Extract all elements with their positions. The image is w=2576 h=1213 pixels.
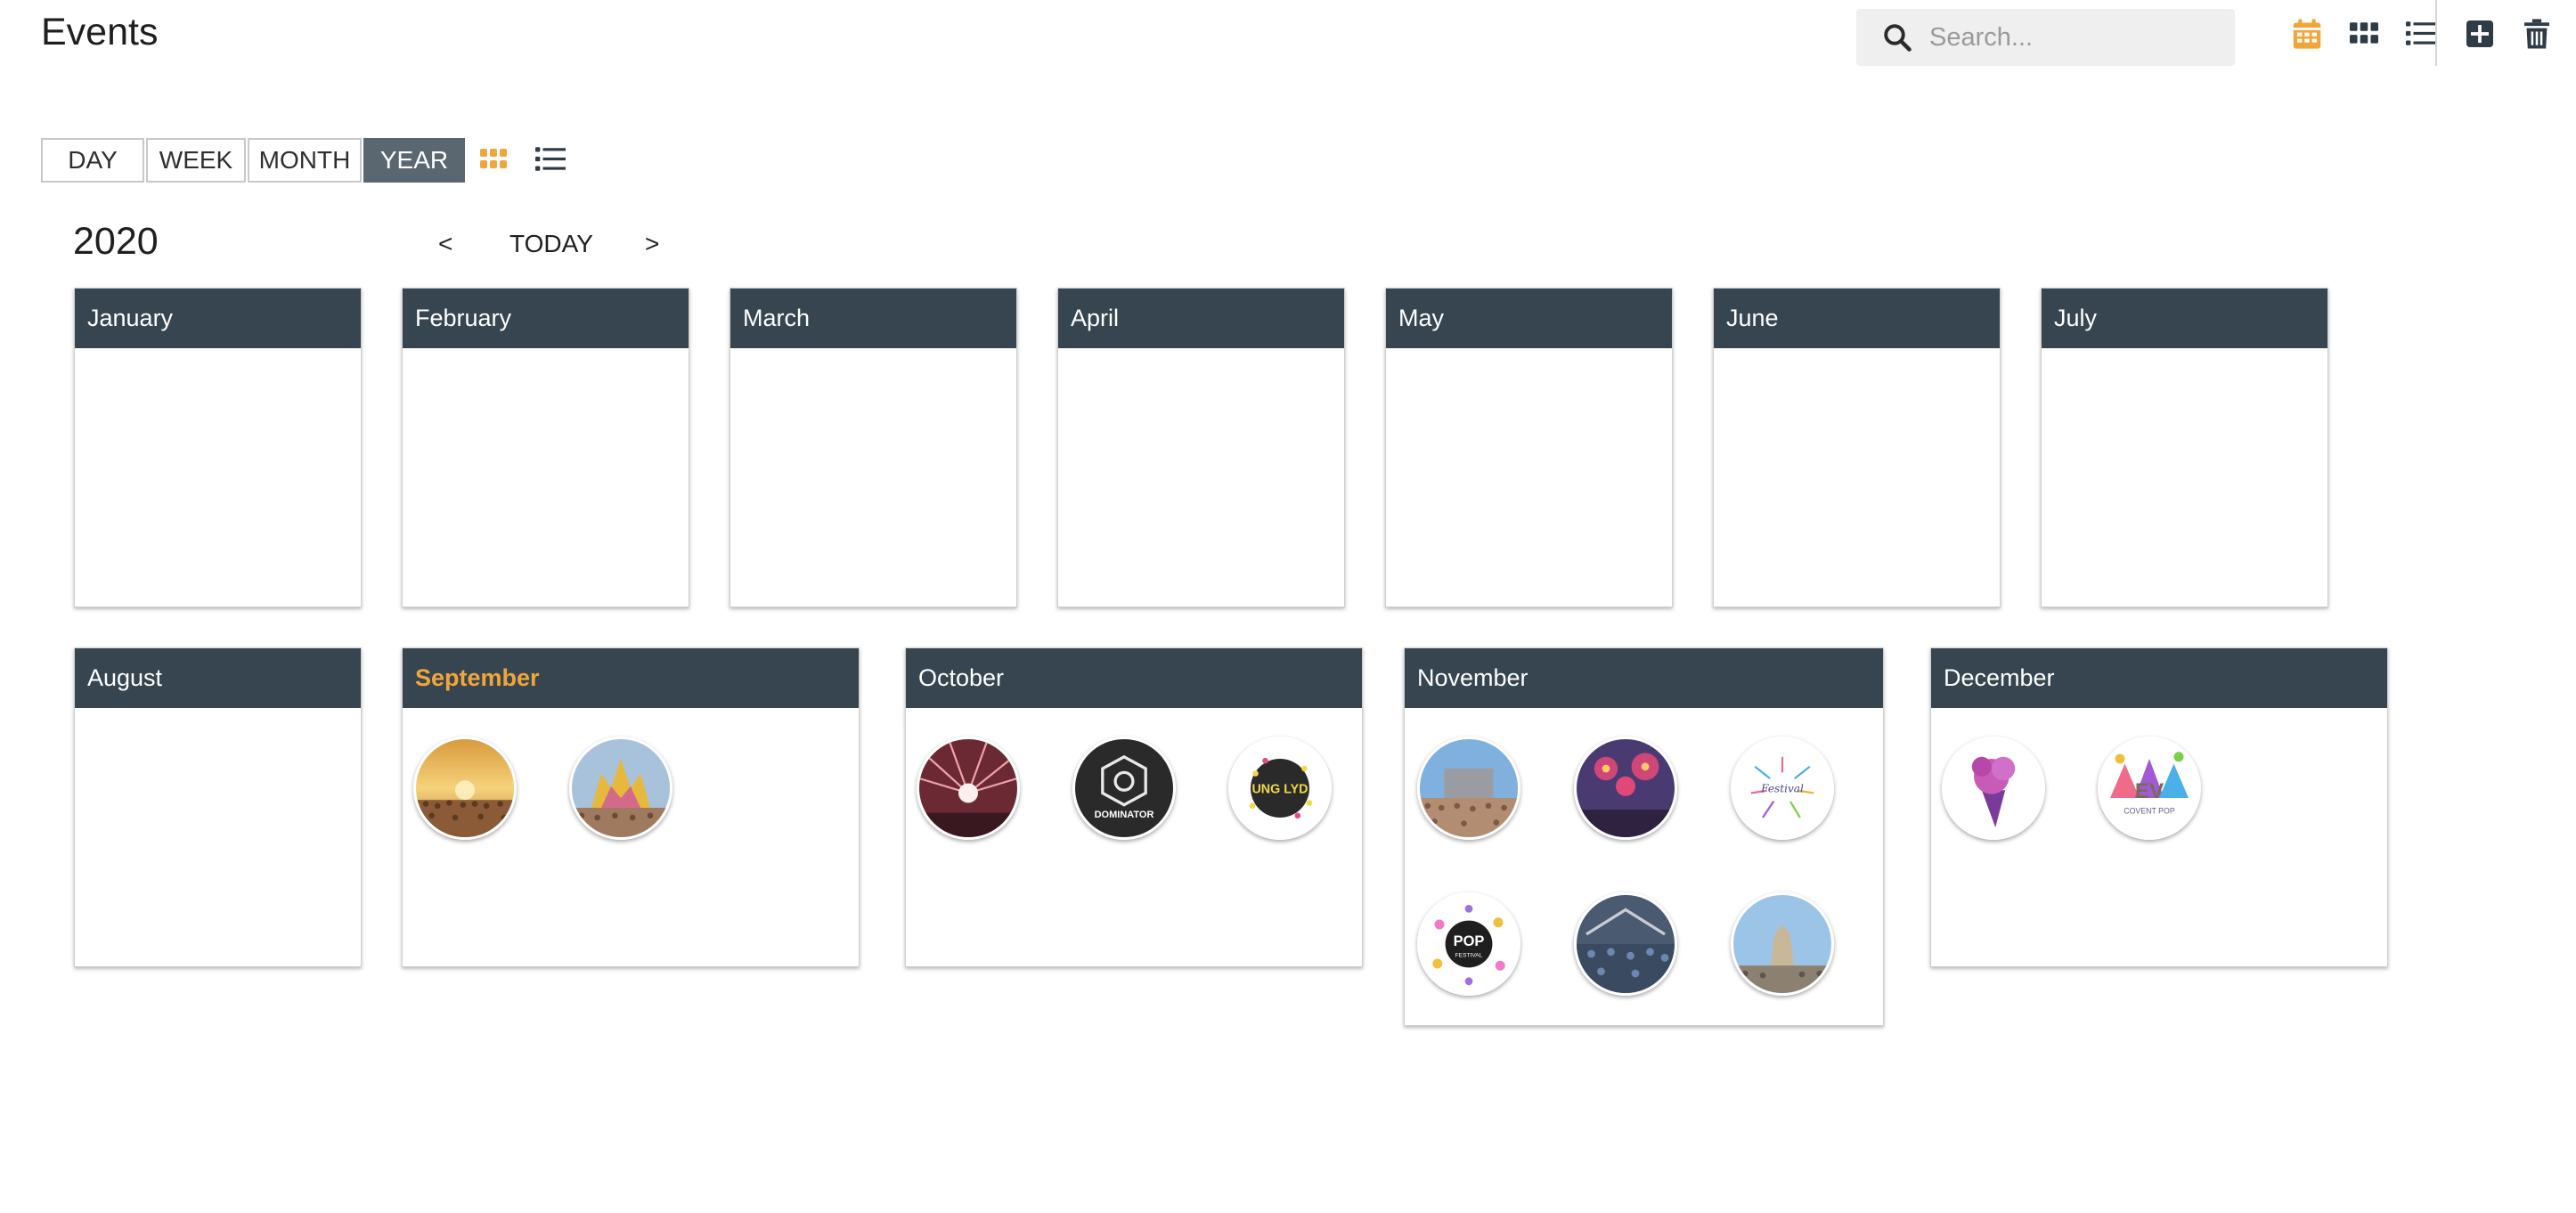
- month-view-button[interactable]: MONTH: [248, 138, 362, 183]
- month-header: January: [75, 289, 361, 348]
- month-header: April: [1058, 289, 1344, 348]
- event-thumbnail[interactable]: [1731, 892, 1834, 996]
- event-thumbnail[interactable]: [1942, 737, 2045, 840]
- view-switch: DAY WEEK MONTH YEAR: [41, 138, 467, 183]
- search-input[interactable]: [1929, 11, 2214, 64]
- year-label: 2020: [73, 220, 159, 263]
- month-header: December: [1931, 648, 2387, 708]
- event-thumbnail[interactable]: UNG LYD: [1228, 737, 1332, 840]
- dominator-logo-text: DOMINATOR: [1095, 810, 1154, 820]
- trash-icon[interactable]: [2512, 11, 2562, 57]
- day-view-button[interactable]: DAY: [41, 138, 144, 183]
- month-card-july: July: [2041, 288, 2328, 607]
- pop-logo-subtext: FESTIVAL: [1455, 952, 1483, 958]
- grid-view-icon[interactable]: [2339, 11, 2389, 57]
- add-icon[interactable]: [2455, 11, 2505, 57]
- next-year-button[interactable]: >: [645, 230, 659, 258]
- month-card-september: September: [402, 647, 860, 967]
- grid-layout-icon[interactable]: [472, 138, 515, 181]
- festival-logo-text: Festival: [1760, 782, 1804, 794]
- week-view-button[interactable]: WEEK: [146, 138, 246, 183]
- today-button[interactable]: TODAY: [509, 230, 593, 258]
- month-header: June: [1714, 289, 2000, 348]
- month-header: September: [403, 648, 859, 708]
- event-thumbnail[interactable]: [1574, 737, 1677, 840]
- list-layout-icon[interactable]: [529, 138, 572, 181]
- month-header: July: [2042, 289, 2327, 348]
- month-card-february: February: [402, 288, 689, 607]
- month-card-december: December EV COVENT POP: [1930, 647, 2388, 967]
- month-header: November: [1405, 648, 1883, 708]
- month-header: October: [906, 648, 1362, 708]
- event-thumbnail[interactable]: POP FESTIVAL: [1417, 892, 1520, 996]
- event-thumbnail[interactable]: [1417, 737, 1520, 840]
- year-view-button[interactable]: YEAR: [363, 138, 465, 183]
- month-header: March: [730, 289, 1016, 348]
- event-thumbnail[interactable]: EV COVENT POP: [2098, 737, 2201, 840]
- month-card-may: May: [1385, 288, 1673, 607]
- calendar-icon[interactable]: [2282, 11, 2332, 57]
- page-title: Events: [41, 11, 159, 53]
- ung-lyd-logo-text: UNG LYD: [1251, 783, 1308, 797]
- event-thumbnail[interactable]: [569, 737, 673, 840]
- pop-logo-text: POP: [1454, 933, 1485, 949]
- list-view-icon[interactable]: [2396, 11, 2446, 57]
- month-card-april: April: [1057, 288, 1345, 607]
- search-box[interactable]: [1856, 9, 2235, 66]
- month-header: August: [75, 648, 361, 708]
- event-thumbnail[interactable]: [1574, 892, 1677, 996]
- event-thumbnail[interactable]: Festival: [1731, 737, 1834, 840]
- month-card-june: June: [1713, 288, 2001, 607]
- event-thumbnail[interactable]: [413, 737, 517, 840]
- event-thumbnail[interactable]: DOMINATOR: [1072, 737, 1176, 840]
- month-card-august: August: [74, 647, 362, 967]
- month-header: February: [403, 289, 689, 348]
- month-card-march: March: [730, 288, 1017, 607]
- month-header: May: [1386, 289, 1672, 348]
- covent-pop-logo-text: COVENT POP: [2124, 807, 2175, 816]
- toolbar-divider: [2435, 0, 2437, 66]
- month-card-november: November Festival POP FESTIVAL: [1404, 647, 1884, 1026]
- event-thumbnail[interactable]: [917, 737, 1020, 840]
- month-card-october: October DOMINATOR UNG LYD: [905, 647, 1363, 967]
- search-icon: [1874, 9, 1920, 66]
- prev-year-button[interactable]: <: [438, 230, 452, 258]
- covent-pop-logo-mark: EV: [2135, 779, 2164, 803]
- month-card-january: January: [74, 288, 362, 607]
